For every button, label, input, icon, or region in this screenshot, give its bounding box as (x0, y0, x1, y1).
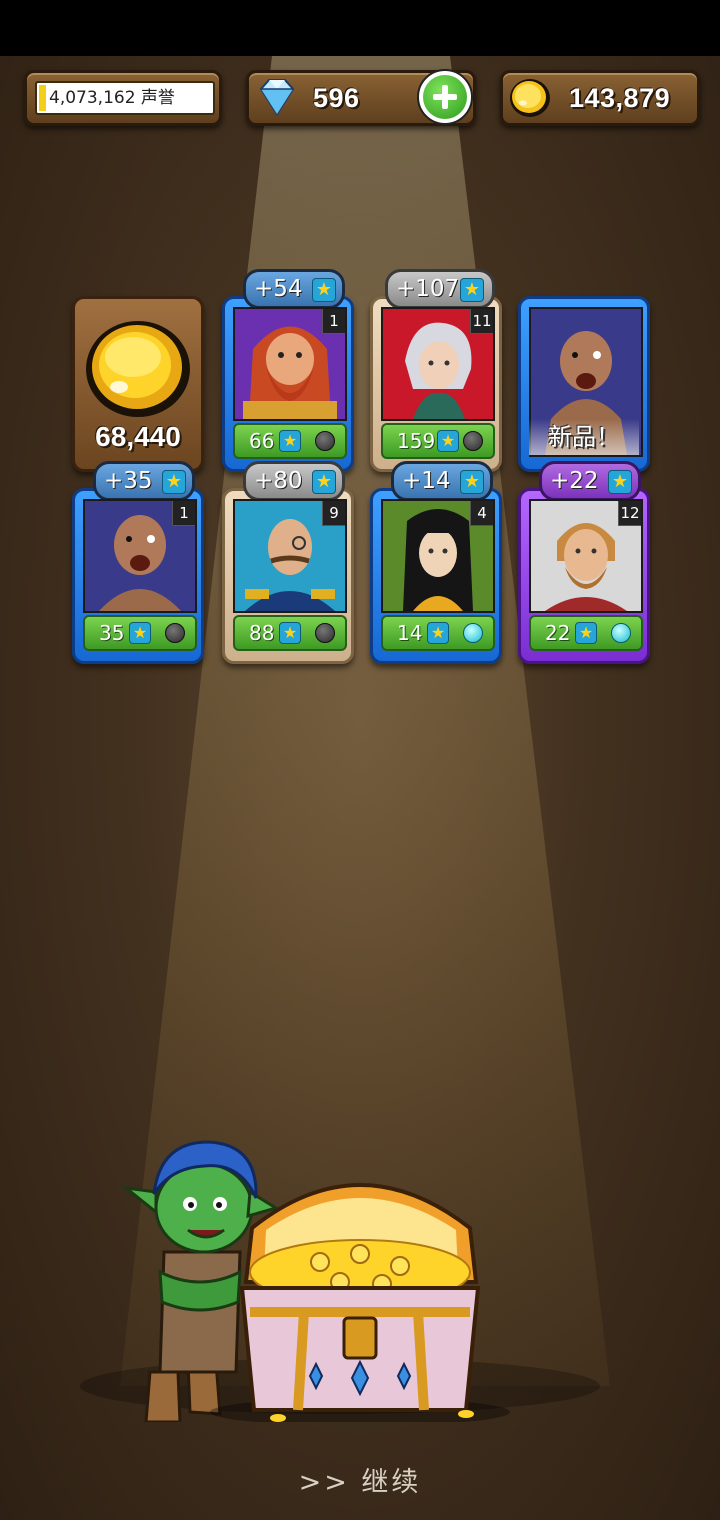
hero-card[interactable]: +22 ★ 12 22 ★ (518, 461, 650, 664)
star-count: 22 (545, 621, 571, 645)
hero-card[interactable]: +107 ★ 11 159 ★ (370, 269, 502, 472)
star-stat: 88 ★ (233, 615, 347, 651)
hero-portrait: 4 (381, 499, 495, 613)
element-dot-icon (611, 623, 631, 643)
star-count: 88 (249, 621, 275, 645)
reputation-bar: 4,073,162 声誉 (35, 81, 215, 115)
hero-portrait: 11 (381, 307, 495, 421)
star-icon: ★ (427, 622, 449, 644)
bonus-text: +80 (254, 468, 303, 494)
star-icon: ★ (460, 278, 484, 302)
plus-icon (423, 75, 467, 119)
game-scene: 4,073,162 声誉 596 143,879 68,440 +54 ★ 1 … (0, 56, 720, 1520)
star-icon: ★ (437, 430, 459, 452)
treasure-chest-icon (210, 1183, 510, 1422)
star-icon: ★ (460, 470, 484, 494)
reputation-bar-fill (39, 85, 46, 111)
level-label: 1 (172, 501, 195, 526)
bonus-text: +22 (550, 468, 599, 494)
star-icon: ★ (129, 622, 151, 644)
level-label: 4 (470, 501, 493, 526)
bonus-badge: +107 ★ (385, 269, 495, 309)
star-icon: ★ (575, 622, 597, 644)
star-stat: 22 ★ (529, 615, 643, 651)
star-icon: ★ (608, 470, 632, 494)
gold-coin-icon (86, 321, 190, 417)
hero-card-new[interactable]: 新品！ (518, 296, 650, 472)
bonus-badge: +14 ★ (391, 461, 493, 501)
star-count: 159 (397, 429, 436, 453)
star-count: 66 (249, 429, 275, 453)
star-stat: 66 ★ (233, 423, 347, 459)
gem-panel: 596 (246, 69, 476, 126)
reputation-panel: 4,073,162 声誉 (24, 70, 222, 126)
diamond-icon (259, 79, 295, 116)
hero-portrait: 9 (233, 499, 347, 613)
add-gems-button[interactable] (417, 69, 473, 125)
continue-button[interactable]: >> 继续 (0, 1460, 720, 1499)
element-dot-icon (463, 623, 483, 643)
star-icon: ★ (279, 622, 301, 644)
hero-portrait: 12 (529, 499, 643, 613)
bonus-text: +107 (396, 276, 460, 302)
gold-coin-icon (510, 79, 550, 117)
gold-reward-card: 68,440 (72, 296, 204, 472)
bonus-badge: +22 ★ (539, 461, 641, 501)
gold-reward-amount: 68,440 (95, 421, 181, 452)
element-dot-icon (463, 431, 483, 451)
level-label: 1 (322, 309, 345, 334)
hero-card[interactable]: +80 ★ 9 88 ★ (222, 461, 354, 664)
bonus-text: +54 (254, 276, 303, 302)
reputation-text: 4,073,162 声誉 (49, 88, 175, 108)
level-label: 12 (618, 501, 641, 526)
star-stat: 159 ★ (381, 423, 495, 459)
element-dot-icon (315, 431, 335, 451)
element-dot-icon (165, 623, 185, 643)
gem-count: 596 (313, 83, 360, 113)
star-count: 35 (99, 621, 125, 645)
star-icon: ★ (312, 278, 336, 302)
new-label: 新品！ (529, 419, 639, 455)
bonus-text: +35 (104, 468, 153, 494)
level-label: 9 (322, 501, 345, 526)
bonus-badge: +35 ★ (93, 461, 195, 501)
star-icon: ★ (162, 470, 186, 494)
star-count: 14 (397, 621, 423, 645)
bonus-badge: +54 ★ (243, 269, 345, 309)
star-icon: ★ (312, 470, 336, 494)
status-bar (0, 0, 720, 56)
gold-count: 143,879 (569, 83, 671, 113)
bonus-badge: +80 ★ (243, 461, 345, 501)
hero-card[interactable]: +35 ★ 1 35 ★ (72, 461, 204, 664)
element-dot-icon (315, 623, 335, 643)
hero-portrait: 1 (83, 499, 197, 613)
hero-portrait: 1 (233, 307, 347, 421)
level-label: 11 (470, 309, 493, 334)
hero-card[interactable]: +14 ★ 4 14 ★ (370, 461, 502, 664)
star-stat: 35 ★ (83, 615, 197, 651)
goblin-treasure-chest-illustration (120, 1140, 510, 1422)
star-stat: 14 ★ (381, 615, 495, 651)
star-icon: ★ (279, 430, 301, 452)
hero-card[interactable]: +54 ★ 1 66 ★ (222, 269, 354, 472)
gold-panel: 143,879 (500, 70, 700, 126)
bonus-text: +14 (402, 468, 451, 494)
